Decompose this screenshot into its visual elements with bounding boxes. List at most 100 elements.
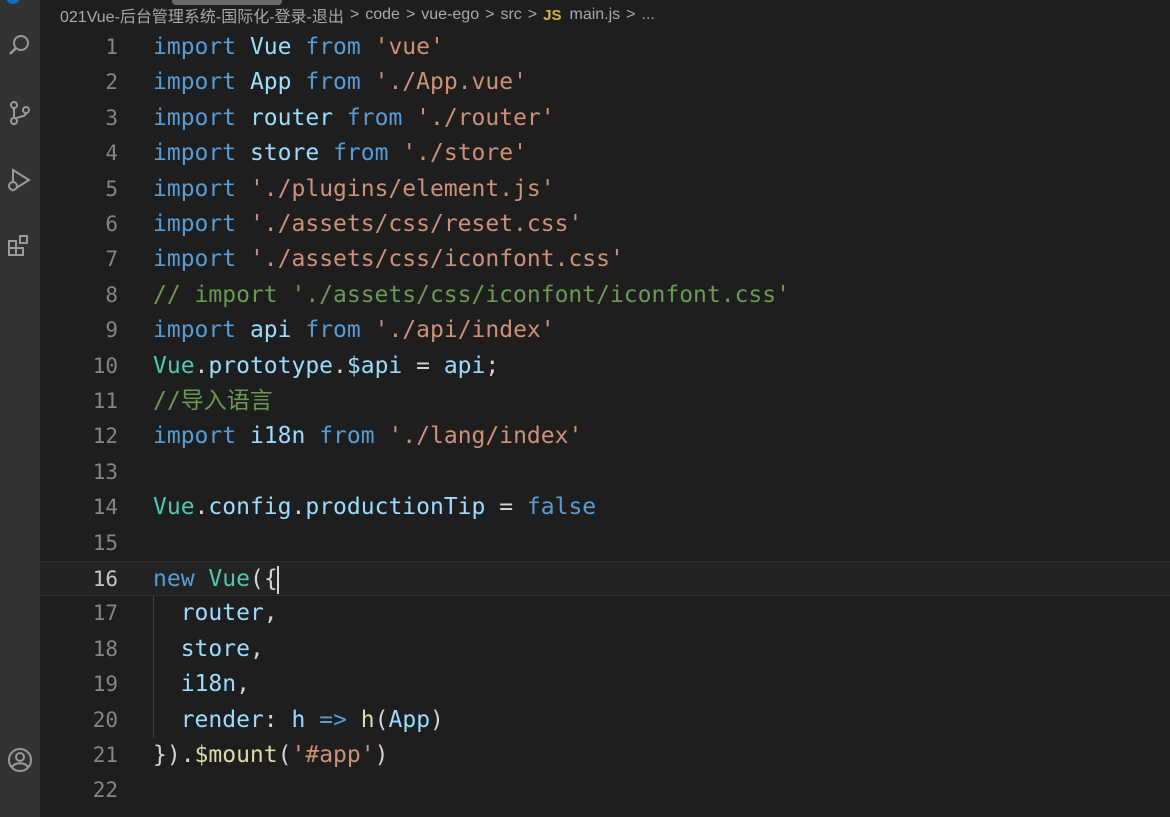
- breadcrumb: 021Vue-后台管理系统-国际化-登录-退出 > code > vue-ego…: [40, 0, 1170, 30]
- code-line[interactable]: 2 import App from './App.vue': [40, 65, 1170, 100]
- line-number: 2: [105, 70, 118, 95]
- code-line[interactable]: 8 // import './assets/css/iconfont/iconfo…: [40, 278, 1170, 313]
- code-line[interactable]: 5 import './plugins/element.js': [40, 172, 1170, 207]
- line-number: 12: [92, 424, 118, 449]
- breadcrumb-trailing[interactable]: ...: [642, 6, 655, 24]
- code-token: App: [249, 69, 292, 96]
- code-token: from: [305, 317, 361, 344]
- code-token: i18n: [249, 423, 306, 450]
- account-icon[interactable]: [0, 740, 40, 780]
- line-number: 17: [92, 601, 118, 626]
- breadcrumb-folder[interactable]: 021Vue-后台管理系统-国际化-登录-退出: [60, 3, 344, 27]
- code-token: // import './assets/css/iconfont/iconfon…: [153, 281, 790, 308]
- code-token: './store': [402, 140, 527, 167]
- code-token: import: [153, 423, 237, 450]
- code-token: router: [180, 600, 264, 627]
- code-token: store: [249, 140, 320, 167]
- breadcrumb-file[interactable]: main.js: [569, 6, 620, 24]
- code-line[interactable]: 11 //导入语言: [40, 384, 1170, 419]
- code-token: from: [305, 69, 361, 96]
- code-token: $api: [346, 352, 403, 379]
- code-line[interactable]: 16 new Vue({: [40, 561, 1170, 596]
- code-text[interactable]: new Vue({: [153, 562, 279, 597]
- code-token: './plugins/element.js': [249, 175, 555, 202]
- code-token: Vue: [249, 34, 292, 60]
- line-number: 14: [92, 495, 118, 520]
- code-line[interactable]: 7 import './assets/css/iconfont.css': [40, 242, 1170, 277]
- code-text[interactable]: import './assets/css/reset.css': [153, 207, 582, 242]
- code-line[interactable]: 15: [40, 526, 1170, 561]
- code-token: 'vue': [374, 34, 444, 60]
- code-token: i18n: [180, 671, 237, 698]
- breadcrumb-code[interactable]: code: [365, 6, 400, 24]
- chevron-right-icon: >: [626, 6, 636, 23]
- code-text[interactable]: import './plugins/element.js': [153, 172, 555, 207]
- code-token: {: [263, 566, 278, 592]
- code-token: .: [194, 352, 209, 379]
- code-text[interactable]: import api from './api/index': [153, 313, 555, 348]
- code-token: .: [333, 352, 347, 379]
- code-text[interactable]: //导入语言: [153, 384, 273, 419]
- code-line[interactable]: 9 import api from './api/index': [40, 313, 1170, 348]
- code-line[interactable]: 10 Vue.prototype.$api = api;: [40, 349, 1170, 384]
- code-token: h: [360, 706, 375, 733]
- code-text[interactable]: router,: [153, 596, 278, 631]
- code-token: h: [291, 706, 306, 733]
- code-text[interactable]: }).$mount('#app'): [153, 738, 388, 773]
- breadcrumb-src[interactable]: src: [500, 6, 521, 24]
- code-text[interactable]: i18n,: [153, 667, 250, 702]
- code-line[interactable]: 4 import store from './store': [40, 136, 1170, 171]
- notification-badge: [6, 0, 20, 4]
- breadcrumb-vue-ego[interactable]: vue-ego: [421, 6, 479, 24]
- code-line[interactable]: 19 i18n,: [40, 667, 1170, 702]
- code-token: api: [443, 352, 486, 379]
- code-token: render: [180, 706, 264, 733]
- line-number: 20: [92, 707, 118, 732]
- line-number: 1: [105, 35, 118, 59]
- code-line[interactable]: 18 store,: [40, 632, 1170, 667]
- code-line[interactable]: 21 }).$mount('#app'): [40, 738, 1170, 773]
- extensions-icon[interactable]: [0, 226, 40, 266]
- line-number: 22: [92, 778, 118, 803]
- source-control-icon[interactable]: [0, 93, 40, 133]
- line-number: 21: [92, 743, 118, 767]
- code-text[interactable]: Vue.prototype.$api = api;: [153, 349, 499, 384]
- code-line[interactable]: 12 import i18n from './lang/index': [40, 419, 1170, 454]
- code-line[interactable]: 1 import Vue from 'vue': [40, 30, 1170, 65]
- code-token: }).: [153, 742, 195, 768]
- code-token: import: [153, 104, 237, 131]
- code-token: config: [208, 494, 292, 521]
- code-editor[interactable]: 1 import Vue from 'vue' 2 import App from '…: [40, 30, 1170, 817]
- code-text[interactable]: import App from './App.vue': [153, 65, 527, 100]
- code-line[interactable]: 17 router,: [40, 596, 1170, 631]
- code-text[interactable]: import store from './store': [153, 136, 527, 171]
- code-token: =: [485, 494, 527, 521]
- code-text[interactable]: import './assets/css/iconfont.css': [153, 242, 624, 277]
- code-line[interactable]: 13: [40, 455, 1170, 490]
- code-line[interactable]: 6 import './assets/css/reset.css': [40, 207, 1170, 242]
- code-token: :: [263, 706, 292, 733]
- code-text[interactable]: import Vue from 'vue': [153, 30, 444, 65]
- code-line[interactable]: 20 render: h => h(App): [40, 703, 1170, 738]
- code-text[interactable]: store,: [153, 632, 264, 667]
- run-debug-icon[interactable]: [0, 160, 40, 200]
- code-text[interactable]: render: h => h(App): [153, 703, 444, 738]
- code-text[interactable]: Vue.config.productionTip = false: [153, 490, 596, 525]
- search-icon[interactable]: [0, 25, 40, 65]
- code-text[interactable]: // import './assets/css/iconfont/iconfon…: [153, 278, 790, 313]
- code-token: Vue: [208, 566, 250, 592]
- code-token: (: [277, 742, 292, 768]
- code-text[interactable]: import i18n from './lang/index': [153, 419, 582, 454]
- code-line[interactable]: 14 Vue.config.productionTip = false: [40, 490, 1170, 525]
- line-number: 5: [105, 176, 118, 201]
- code-line[interactable]: 22: [40, 773, 1170, 808]
- line-number: 3: [105, 105, 118, 130]
- code-text[interactable]: import router from './router': [153, 101, 555, 136]
- code-token: productionTip: [305, 494, 486, 521]
- code-line[interactable]: 3 import router from './router': [40, 101, 1170, 136]
- code-token: Vue: [153, 352, 195, 379]
